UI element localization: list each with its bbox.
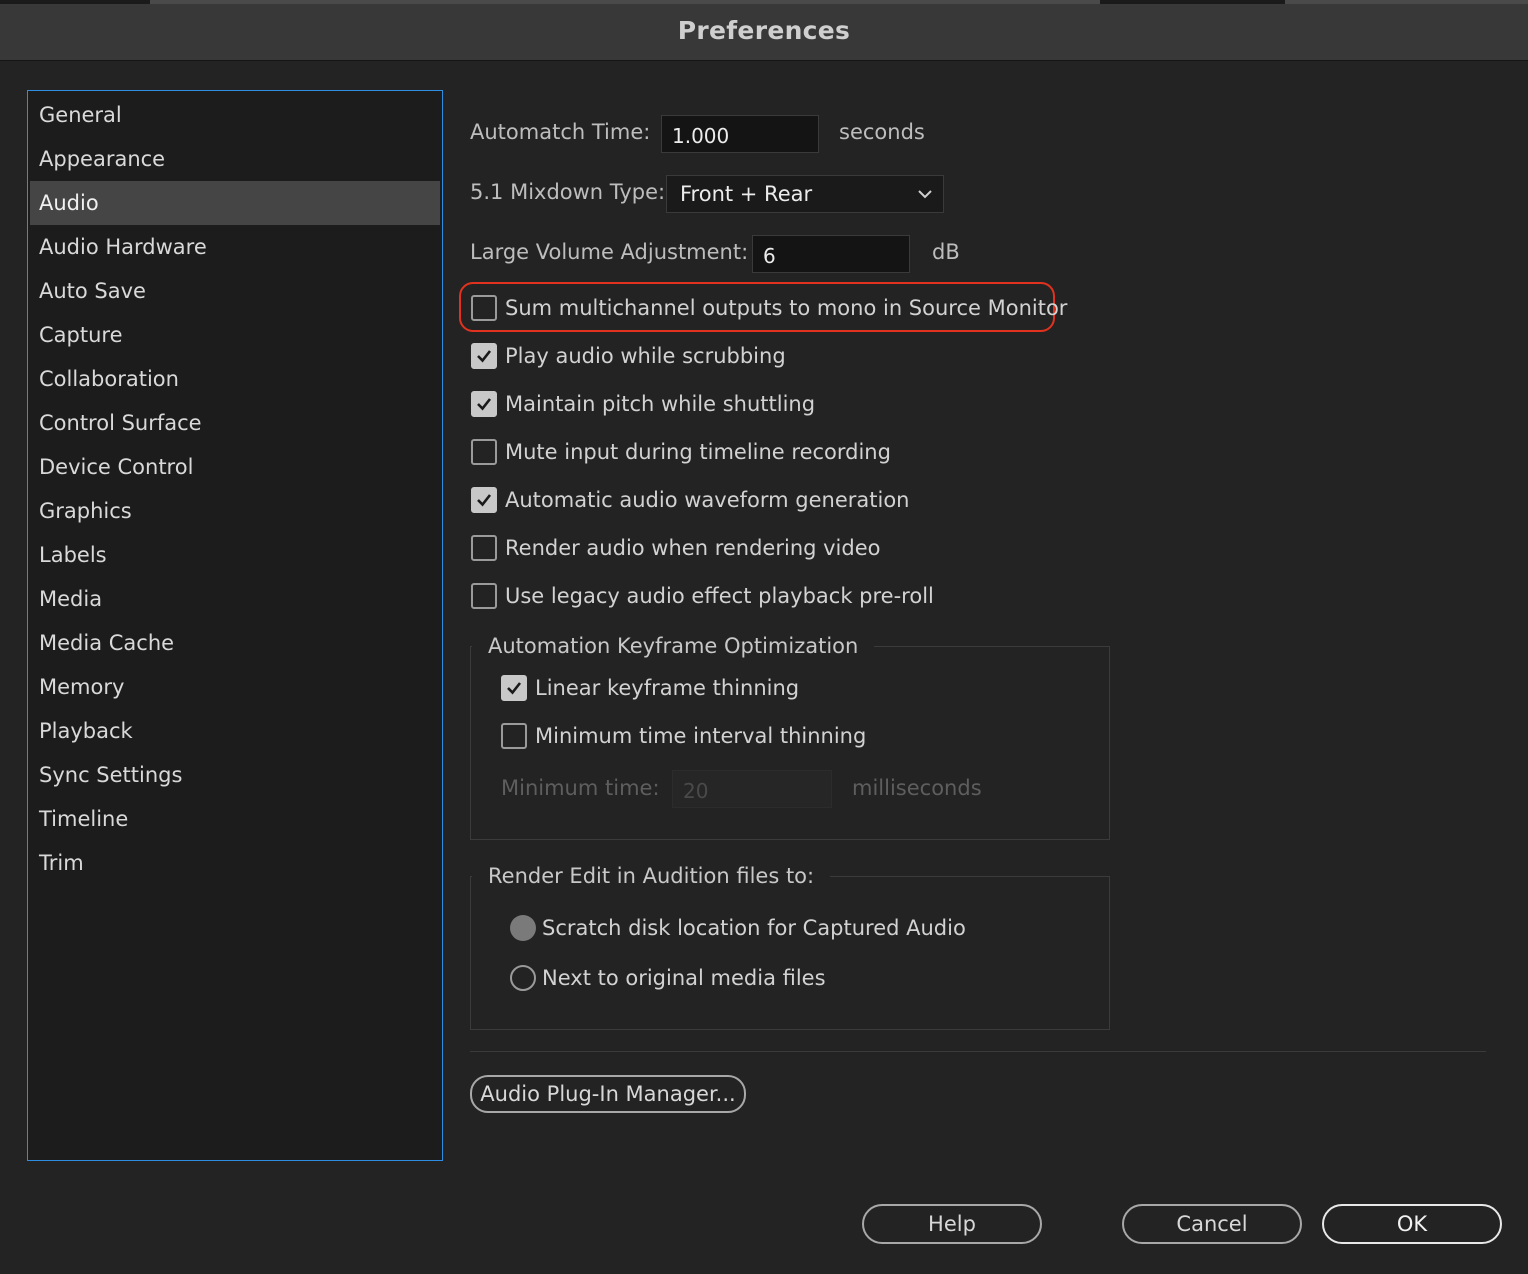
ok-button[interactable]: OK xyxy=(1322,1204,1502,1244)
min-interval-thinning-checkbox[interactable]: Minimum time interval thinning xyxy=(501,720,866,754)
checkbox-unchecked-icon xyxy=(471,439,497,465)
checkbox-unchecked-icon xyxy=(501,723,527,749)
waveform-generation-label: Automatic audio waveform generation xyxy=(505,488,910,512)
sidebar-item-general[interactable]: General xyxy=(30,93,440,137)
volume-adjustment-input[interactable] xyxy=(752,235,910,273)
sidebar-item-collaboration[interactable]: Collaboration xyxy=(30,357,440,401)
sidebar-item-graphics[interactable]: Graphics xyxy=(30,489,440,533)
checkbox-unchecked-icon xyxy=(471,295,497,321)
cancel-button[interactable]: Cancel xyxy=(1122,1204,1302,1244)
checkbox-unchecked-icon xyxy=(471,535,497,561)
sum-multichannel-checkbox[interactable]: Sum multichannel outputs to mono in Sour… xyxy=(471,292,1067,326)
volume-adjustment-label: Large Volume Adjustment: xyxy=(470,240,749,264)
sidebar-item-labels[interactable]: Labels xyxy=(30,533,440,577)
render-audition-group xyxy=(470,876,1110,1030)
maintain-pitch-label: Maintain pitch while shuttling xyxy=(505,392,816,416)
checkmark-icon xyxy=(471,343,497,369)
scratch-disk-radio[interactable]: Scratch disk location for Captured Audio xyxy=(510,912,966,946)
volume-unit-label: dB xyxy=(932,240,960,264)
linear-thinning-label: Linear keyframe thinning xyxy=(535,676,800,700)
next-to-media-label: Next to original media files xyxy=(542,966,826,990)
waveform-generation-checkbox[interactable]: Automatic audio waveform generation xyxy=(471,484,909,518)
checkmark-icon xyxy=(501,675,527,701)
sum-multichannel-label: Sum multichannel outputs to mono in Sour… xyxy=(505,296,1068,320)
sidebar-item-timeline[interactable]: Timeline xyxy=(30,797,440,841)
sidebar-item-media[interactable]: Media xyxy=(30,577,440,621)
maintain-pitch-checkbox[interactable]: Maintain pitch while shuttling xyxy=(471,388,815,422)
scratch-disk-label: Scratch disk location for Captured Audio xyxy=(542,916,966,940)
legacy-preroll-label: Use legacy audio effect playback pre-rol… xyxy=(505,584,934,608)
render-audio-label: Render audio when rendering video xyxy=(505,536,881,560)
min-time-input xyxy=(672,770,832,808)
checkmark-icon xyxy=(471,487,497,513)
sidebar-item-trim[interactable]: Trim xyxy=(30,841,440,885)
mute-input-checkbox[interactable]: Mute input during timeline recording xyxy=(471,436,891,470)
min-interval-thinning-label: Minimum time interval thinning xyxy=(535,724,867,748)
mixdown-type-label: 5.1 Mixdown Type: xyxy=(470,180,666,204)
help-button[interactable]: Help xyxy=(862,1204,1042,1244)
sidebar-item-capture[interactable]: Capture xyxy=(30,313,440,357)
mixdown-type-value: Front + Rear xyxy=(680,182,813,206)
sidebar-item-playback[interactable]: Playback xyxy=(30,709,440,753)
play-audio-scrubbing-checkbox[interactable]: Play audio while scrubbing xyxy=(471,340,791,374)
automatch-time-input[interactable] xyxy=(661,115,819,153)
window-title: Preferences xyxy=(0,4,1528,61)
chevron-down-icon xyxy=(917,176,933,223)
render-audition-title: Render Edit in Audition files to: xyxy=(472,861,831,891)
checkmark-icon xyxy=(471,391,497,417)
sidebar-item-device-control[interactable]: Device Control xyxy=(30,445,440,489)
checkbox-unchecked-icon xyxy=(471,583,497,609)
play-audio-scrubbing-label: Play audio while scrubbing xyxy=(505,344,786,368)
sidebar-item-auto-save[interactable]: Auto Save xyxy=(30,269,440,313)
mixdown-type-select[interactable]: Front + Rear xyxy=(666,175,944,213)
automatch-time-label: Automatch Time: xyxy=(470,120,651,144)
category-list[interactable]: General Appearance Audio Audio Hardware … xyxy=(27,90,443,1161)
sidebar-item-media-cache[interactable]: Media Cache xyxy=(30,621,440,665)
audio-plugin-manager-button[interactable]: Audio Plug-In Manager... xyxy=(470,1075,746,1113)
mute-input-label: Mute input during timeline recording xyxy=(505,440,891,464)
radio-unselected-icon xyxy=(510,965,536,991)
keyframe-optimization-title: Automation Keyframe Optimization xyxy=(472,631,875,661)
sidebar-item-memory[interactable]: Memory xyxy=(30,665,440,709)
sidebar-item-appearance[interactable]: Appearance xyxy=(30,137,440,181)
section-divider xyxy=(470,1051,1486,1052)
sidebar-item-control-surface[interactable]: Control Surface xyxy=(30,401,440,445)
render-audio-checkbox[interactable]: Render audio when rendering video xyxy=(471,532,881,566)
min-time-label: Minimum time: xyxy=(501,776,660,800)
preferences-window: Preferences General Appearance Audio Aud… xyxy=(0,0,1528,1274)
linear-thinning-checkbox[interactable]: Linear keyframe thinning xyxy=(501,672,801,706)
min-time-unit-label: milliseconds xyxy=(852,776,982,800)
radio-selected-icon xyxy=(510,915,536,941)
sidebar-item-audio-hardware[interactable]: Audio Hardware xyxy=(30,225,440,269)
automatch-unit-label: seconds xyxy=(839,120,925,144)
sidebar-item-sync-settings[interactable]: Sync Settings xyxy=(30,753,440,797)
legacy-preroll-checkbox[interactable]: Use legacy audio effect playback pre-rol… xyxy=(471,580,934,614)
sidebar-item-audio[interactable]: Audio xyxy=(30,181,440,225)
next-to-media-radio[interactable]: Next to original media files xyxy=(510,962,830,996)
